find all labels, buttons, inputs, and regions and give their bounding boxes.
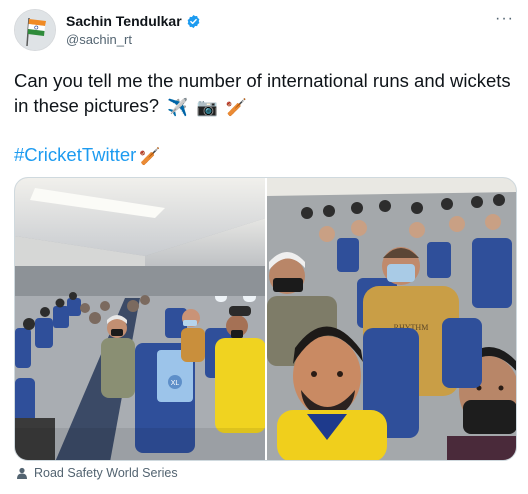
photo-selfie[interactable]: RHYTHM: [267, 178, 516, 460]
hashtag-link[interactable]: #CricketTwitter: [14, 144, 136, 165]
seat-xl-label: XL: [171, 380, 180, 387]
photo-cabin-aisle[interactable]: XL: [15, 178, 265, 460]
display-name[interactable]: Sachin Tendulkar: [66, 13, 182, 29]
avatar[interactable]: [14, 9, 56, 51]
hashtag-line: #CricketTwitter 🏏: [14, 142, 161, 169]
user-handle[interactable]: @sachin_rt: [66, 32, 132, 47]
media-gallery: XL RHYTHM: [14, 177, 517, 461]
more-options-icon[interactable]: ···: [495, 10, 514, 28]
author-name-row[interactable]: Sachin Tendulkar: [66, 13, 201, 29]
camera-emoji: 📷: [196, 98, 218, 117]
tagged-account[interactable]: Road Safety World Series: [16, 466, 178, 480]
tweet-body: Can you tell me the number of internatio…: [14, 70, 511, 116]
tweet-card: Sachin Tendulkar @sachin_rt ··· Can you …: [0, 0, 528, 494]
hashtag-cricket-emoji: 🏏: [139, 147, 161, 166]
tagged-label[interactable]: Road Safety World Series: [34, 466, 178, 480]
cricket-emoji: 🏏: [225, 98, 247, 117]
person-icon: [16, 467, 28, 479]
verified-badge-icon: [186, 14, 201, 29]
tweet-text: Can you tell me the number of internatio…: [14, 68, 514, 120]
airplane-emoji: ✈️: [167, 98, 189, 117]
